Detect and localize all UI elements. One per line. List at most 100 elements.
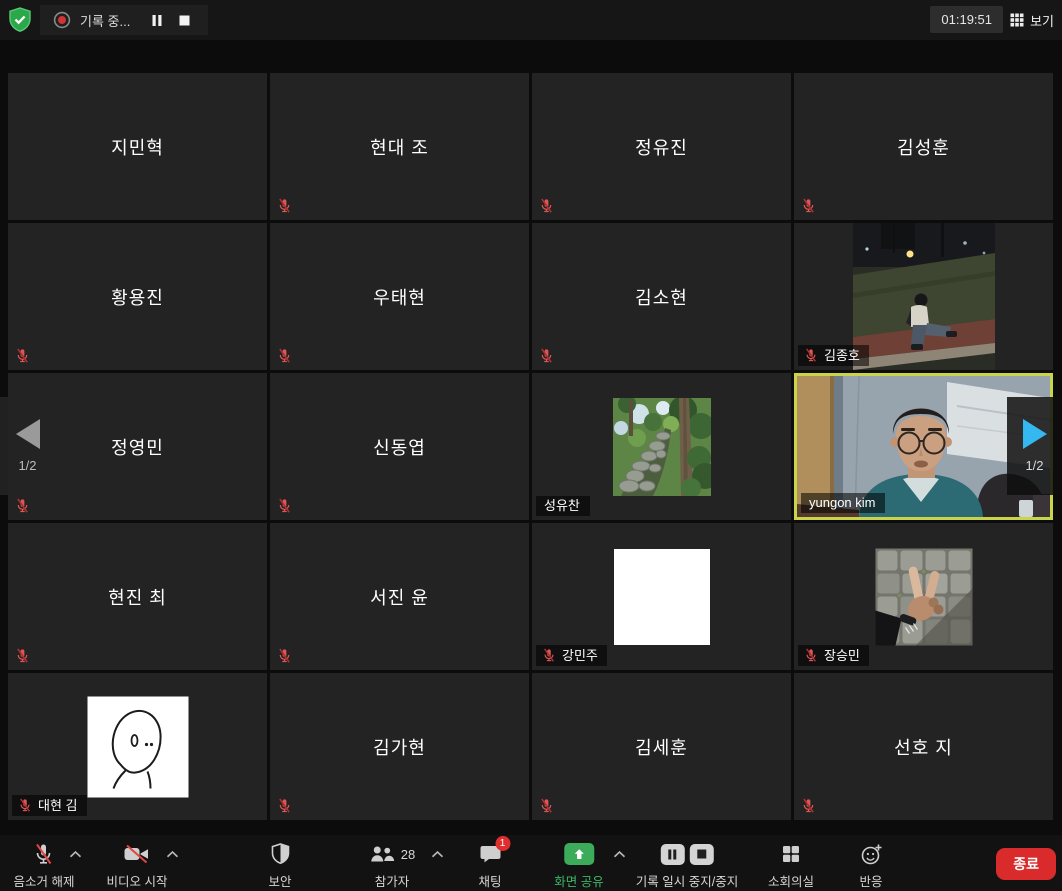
muted-mic-icon: [277, 198, 292, 213]
participant-tile[interactable]: 김소현: [532, 223, 791, 370]
stop-recording-button-icon[interactable]: [689, 844, 713, 865]
participant-name-label: 성유찬: [536, 496, 590, 516]
participant-tile[interactable]: 우태현: [270, 223, 529, 370]
page-indicator: 1/2: [18, 458, 36, 473]
mic-off-icon: [34, 843, 54, 865]
audio-options-chevron-icon[interactable]: [69, 850, 82, 858]
muted-mic-icon: [15, 648, 30, 663]
muted-mic-icon: [801, 798, 816, 813]
left-arrow-icon: [16, 419, 40, 449]
participant-tile-video[interactable]: 김종호: [794, 223, 1053, 370]
record-dot-icon: [53, 11, 71, 29]
participants-icon: [369, 845, 396, 863]
previous-page-button[interactable]: 1/2: [0, 397, 55, 495]
muted-mic-icon: [804, 648, 818, 662]
participant-tile-avatar[interactable]: 대현 김: [8, 673, 267, 820]
share-screen-icon: [564, 843, 594, 865]
unmute-button[interactable]: 음소거 해제: [14, 842, 75, 890]
participant-name: 정유진: [532, 73, 791, 220]
muted-mic-icon: [539, 348, 554, 363]
participant-name: 신동엽: [270, 373, 529, 520]
chat-button[interactable]: 1 채팅: [478, 842, 501, 890]
breakout-rooms-button[interactable]: 소회의실: [768, 842, 814, 890]
share-screen-button[interactable]: 화면 공유: [554, 842, 603, 890]
next-page-button[interactable]: 1/2: [1007, 397, 1062, 495]
participant-name-label: 김종호: [798, 345, 869, 366]
muted-mic-icon: [801, 198, 816, 213]
participant-tile-avatar[interactable]: 성유찬: [532, 373, 791, 520]
muted-mic-icon: [15, 498, 30, 513]
recording-status-text: 기록 중...: [80, 11, 130, 30]
record-control-button[interactable]: 기록 일시 중지/중지: [636, 842, 738, 890]
participant-name: 지민혁: [8, 73, 267, 220]
participant-name-label: 강민주: [536, 645, 607, 666]
avatar-doodle-drawing: [87, 696, 188, 797]
participant-name: 현진 최: [8, 523, 267, 670]
zoom-meeting-window: 기록 중... 01:19:51 보기 지민혁 현대 조 정유진: [0, 0, 1062, 891]
video-options-chevron-icon[interactable]: [166, 850, 179, 858]
participant-tile[interactable]: 서진 윤: [270, 523, 529, 670]
participant-tile[interactable]: 지민혁: [8, 73, 267, 220]
participant-tile[interactable]: 김세훈: [532, 673, 791, 820]
participant-video-night-photo: [853, 223, 995, 370]
participant-name: 김소현: [532, 223, 791, 370]
view-label: 보기: [1030, 11, 1054, 30]
participant-name: 서진 윤: [270, 523, 529, 670]
chat-badge: 1: [495, 836, 510, 851]
view-button[interactable]: 보기: [1010, 8, 1054, 32]
muted-mic-icon: [804, 348, 818, 362]
start-video-button[interactable]: 비디오 시작: [107, 842, 168, 890]
participant-gallery: 지민혁 현대 조 정유진 김성훈 황용진 우태현 김소현: [8, 73, 1053, 820]
participant-name: 선호 지: [794, 673, 1053, 820]
muted-mic-icon: [18, 798, 32, 812]
participant-tile[interactable]: 선호 지: [794, 673, 1053, 820]
share-options-chevron-icon[interactable]: [613, 850, 626, 858]
pause-recording-icon[interactable]: [148, 11, 166, 29]
participant-tile[interactable]: 현대 조: [270, 73, 529, 220]
view-grid-icon: [1010, 13, 1024, 27]
end-meeting-button[interactable]: 종료: [996, 848, 1056, 880]
reactions-button[interactable]: 반응: [859, 842, 882, 890]
participant-name-label: 장승민: [798, 645, 869, 666]
muted-mic-icon: [539, 798, 554, 813]
recording-indicator: 기록 중...: [40, 5, 208, 35]
participant-tile-avatar[interactable]: 장승민: [794, 523, 1053, 670]
security-button[interactable]: 보안: [268, 842, 291, 890]
muted-mic-icon: [542, 648, 556, 662]
participant-tile[interactable]: 정유진: [532, 73, 791, 220]
participant-name: 현대 조: [270, 73, 529, 220]
meeting-info-shield-icon[interactable]: [6, 6, 34, 34]
participant-name-label: 대현 김: [12, 795, 87, 816]
participant-tile[interactable]: 현진 최: [8, 523, 267, 670]
participant-name: 황용진: [8, 223, 267, 370]
participant-name: 김성훈: [794, 73, 1053, 220]
right-arrow-icon: [1023, 419, 1047, 449]
participant-tile[interactable]: 김가현: [270, 673, 529, 820]
participant-name: 김세훈: [532, 673, 791, 820]
stop-recording-icon[interactable]: [175, 11, 193, 29]
page-indicator: 1/2: [1025, 458, 1043, 473]
muted-mic-icon: [277, 648, 292, 663]
participants-options-chevron-icon[interactable]: [431, 850, 444, 858]
avatar-hand-photo: [875, 548, 972, 645]
participants-button[interactable]: 28 참가자: [369, 842, 415, 890]
participant-name: 우태현: [270, 223, 529, 370]
avatar-white-square: [614, 549, 710, 645]
muted-mic-icon: [277, 798, 292, 813]
reactions-smiley-icon: [860, 843, 882, 865]
participant-name: 김가현: [270, 673, 529, 820]
participant-tile[interactable]: 신동엽: [270, 373, 529, 520]
participant-tile-avatar[interactable]: 강민주: [532, 523, 791, 670]
muted-mic-icon: [277, 348, 292, 363]
muted-mic-icon: [15, 348, 30, 363]
participant-tile[interactable]: 김성훈: [794, 73, 1053, 220]
meeting-toolbar: 음소거 해제 비디오 시작 보안 28 참가자 1 채팅: [0, 835, 1062, 891]
top-bar: 기록 중... 01:19:51 보기: [0, 0, 1062, 40]
video-off-icon: [124, 844, 150, 864]
meeting-timer: 01:19:51: [930, 6, 1003, 33]
pause-recording-button-icon[interactable]: [660, 844, 684, 865]
participant-name-label: yungon kim: [801, 493, 885, 513]
muted-mic-icon: [539, 198, 554, 213]
security-shield-icon: [270, 843, 290, 865]
participant-tile[interactable]: 황용진: [8, 223, 267, 370]
